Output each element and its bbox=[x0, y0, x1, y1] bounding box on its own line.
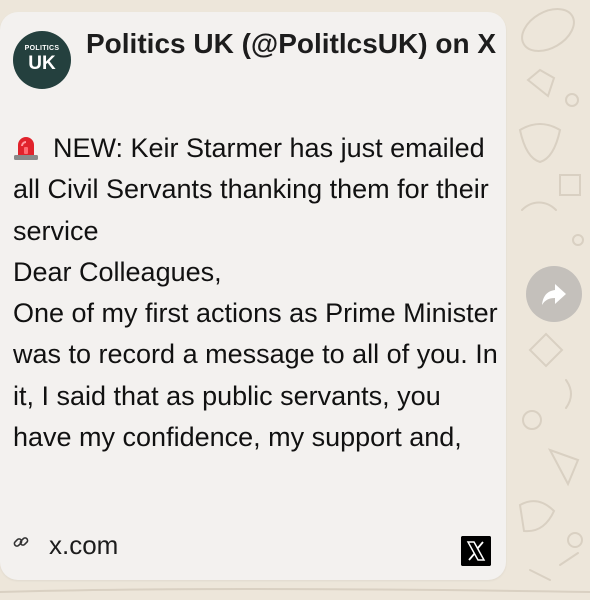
avatar-small-text: POLITICS bbox=[24, 45, 60, 52]
x-logo-icon bbox=[461, 536, 491, 566]
avatar-large-text: UK bbox=[28, 53, 56, 74]
link-icon bbox=[13, 537, 29, 547]
link-domain[interactable]: x.com bbox=[49, 530, 118, 561]
siren-emoji-icon bbox=[14, 137, 38, 160]
message-body: NEW: Keir Starmer has just emailed all C… bbox=[13, 128, 498, 458]
forward-share-icon bbox=[542, 284, 566, 305]
body-line-paragraph: One of my first actions as Prime Ministe… bbox=[13, 298, 498, 453]
body-line-headline: NEW: Keir Starmer has just emailed all C… bbox=[13, 128, 498, 252]
politics-uk-avatar[interactable]: POLITICS UK bbox=[13, 31, 71, 89]
forward-share-button[interactable] bbox=[526, 266, 582, 322]
body-line-salutation: Dear Colleagues, bbox=[13, 256, 222, 287]
preview-title[interactable]: Politics UK (@PolitlcsUK) on X bbox=[86, 24, 498, 64]
body-line-text: NEW: Keir Starmer has just emailed all C… bbox=[13, 133, 489, 246]
link-row[interactable]: x.com bbox=[13, 526, 493, 566]
